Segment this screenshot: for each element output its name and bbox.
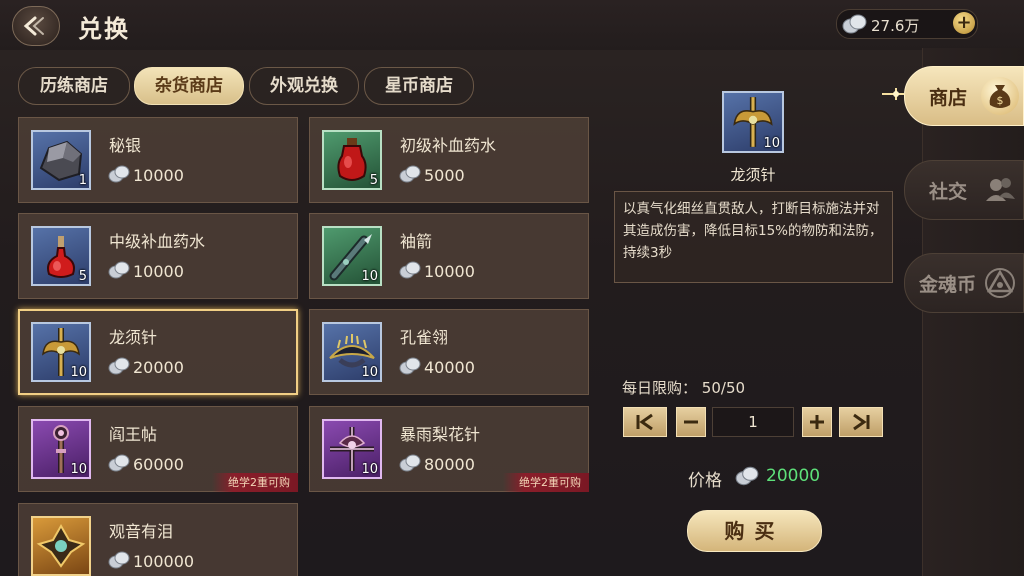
silver-currency-display: 27.6万 + bbox=[836, 9, 978, 39]
tab-general-store[interactable]: 杂货商店 bbox=[134, 67, 244, 105]
minus-icon bbox=[684, 420, 698, 424]
silver-coin-icon bbox=[108, 357, 130, 375]
item-description: 以真气化细丝直贯敌人，打断目标施法并对其造成伤害，降低目标15%的物防和法防，持… bbox=[614, 191, 893, 283]
item-quantity: 5 bbox=[369, 173, 378, 188]
item-quantity: 5 bbox=[78, 269, 87, 284]
max-quantity-button[interactable] bbox=[839, 407, 883, 437]
tab-appearance-exchange[interactable]: 外观兑换 bbox=[249, 67, 359, 105]
side-nav-label: 商店 bbox=[929, 87, 968, 109]
plus-icon bbox=[810, 415, 824, 429]
item-icon-frame: 10 bbox=[322, 226, 382, 286]
item-icon-frame: 1 bbox=[31, 130, 91, 190]
item-price-value: 80000 bbox=[424, 455, 475, 474]
silver-coin-icon bbox=[842, 14, 867, 34]
item-icon-frame bbox=[31, 516, 91, 576]
item-icon-frame: 10 bbox=[31, 419, 91, 479]
total-price: 20000 bbox=[766, 466, 821, 486]
side-nav-label: 金魂币 bbox=[919, 274, 977, 296]
tab-experience-shop[interactable]: 历练商店 bbox=[18, 67, 130, 105]
item-price-value: 20000 bbox=[133, 358, 184, 377]
item-icon-frame: 10 bbox=[322, 419, 382, 479]
item-card[interactable]: 5 中级补血药水 10000 bbox=[18, 213, 298, 299]
detail-item-quantity: 10 bbox=[763, 136, 780, 151]
item-price-value: 10000 bbox=[133, 262, 184, 281]
unlock-requirement-badge: 绝学2重可购 bbox=[503, 473, 589, 492]
people-icon bbox=[981, 171, 1019, 209]
item-name: 阎王帖 bbox=[109, 425, 158, 444]
item-quantity: 10 bbox=[361, 462, 378, 477]
back-arrow-icon bbox=[23, 16, 44, 36]
daily-limit-value: 50/50 bbox=[701, 379, 746, 397]
item-name: 观音有泪 bbox=[109, 522, 174, 541]
item-card[interactable]: 观音有泪 100000 bbox=[18, 503, 298, 576]
side-nav-social[interactable]: 社交 bbox=[904, 160, 1024, 220]
item-quantity: 10 bbox=[70, 365, 87, 380]
silver-coin-icon bbox=[108, 454, 130, 472]
daily-limit-label: 每日限购： bbox=[622, 379, 698, 397]
item-card[interactable]: 5 初级补血药水 5000 bbox=[309, 117, 589, 203]
silver-coin-icon bbox=[399, 261, 421, 279]
silver-coin-icon bbox=[399, 454, 421, 472]
item-card[interactable]: 10 孔雀翎 40000 bbox=[309, 309, 589, 395]
item-card-selected[interactable]: 10 龙须针 20000 bbox=[18, 309, 298, 395]
skip-to-min-icon bbox=[636, 413, 653, 431]
add-currency-button[interactable]: + bbox=[953, 12, 975, 34]
side-nav-label: 社交 bbox=[929, 181, 968, 203]
item-name: 秘银 bbox=[109, 136, 142, 155]
buy-button[interactable]: 购买 bbox=[687, 510, 822, 552]
triangle-emblem-icon bbox=[981, 264, 1019, 302]
item-name: 袖箭 bbox=[400, 232, 433, 251]
item-name: 龙须针 bbox=[109, 328, 158, 347]
item-quantity: 1 bbox=[78, 173, 87, 188]
item-name: 暴雨梨花针 bbox=[400, 425, 481, 444]
money-bag-icon: $ bbox=[981, 77, 1019, 115]
detail-item-name: 龙须针 bbox=[730, 166, 776, 184]
currency-amount: 27.6万 bbox=[871, 17, 920, 35]
item-card[interactable]: 1 秘银 10000 bbox=[18, 117, 298, 203]
item-price-value: 5000 bbox=[424, 166, 465, 185]
item-icon-frame: 10 bbox=[322, 322, 382, 382]
item-quantity: 10 bbox=[361, 365, 378, 380]
item-name: 初级补血药水 bbox=[400, 136, 497, 155]
quantity-input[interactable]: 1 bbox=[712, 407, 794, 437]
page-title: 兑换 bbox=[78, 14, 130, 43]
item-price-value: 40000 bbox=[424, 358, 475, 377]
silver-coin-icon bbox=[735, 466, 759, 486]
price-label: 价格 bbox=[688, 471, 722, 491]
item-icon-frame: 5 bbox=[31, 226, 91, 286]
item-quantity: 10 bbox=[361, 269, 378, 284]
sparkle-icon bbox=[882, 88, 904, 100]
silver-coin-icon bbox=[399, 357, 421, 375]
item-icon-frame: 10 bbox=[31, 322, 91, 382]
skip-to-max-icon bbox=[853, 413, 870, 431]
item-name: 孔雀翎 bbox=[400, 328, 449, 347]
tab-star-coin-shop[interactable]: 星币商店 bbox=[364, 67, 474, 105]
ornament-icon bbox=[36, 523, 86, 568]
unlock-requirement-badge: 绝学2重可购 bbox=[212, 473, 298, 492]
silver-coin-icon bbox=[108, 261, 130, 279]
min-quantity-button[interactable] bbox=[623, 407, 667, 437]
item-icon-frame: 5 bbox=[322, 130, 382, 190]
back-button[interactable] bbox=[12, 6, 60, 46]
daily-purchase-limit: 每日限购： 50/50 bbox=[622, 377, 745, 398]
side-nav-gold-soul-coin[interactable]: 金魂币 bbox=[904, 253, 1024, 313]
item-card[interactable]: 10 袖箭 10000 bbox=[309, 213, 589, 299]
silver-coin-icon bbox=[399, 165, 421, 183]
item-name: 中级补血药水 bbox=[109, 232, 206, 251]
item-price-value: 10000 bbox=[133, 166, 184, 185]
silver-coin-icon bbox=[108, 551, 130, 569]
increase-quantity-button[interactable] bbox=[802, 407, 832, 437]
item-card[interactable]: 10 阎王帖 60000 绝学2重可购 bbox=[18, 406, 298, 492]
item-price-value: 10000 bbox=[424, 262, 475, 281]
item-card[interactable]: 10 暴雨梨花针 80000 绝学2重可购 bbox=[309, 406, 589, 492]
detail-item-icon: 10 bbox=[722, 91, 784, 153]
item-quantity: 10 bbox=[70, 462, 87, 477]
side-nav-shop[interactable]: 商店 $ bbox=[904, 66, 1024, 126]
item-price-value: 60000 bbox=[133, 455, 184, 474]
silver-coin-icon bbox=[108, 165, 130, 183]
svg-text:$: $ bbox=[997, 94, 1004, 107]
decrease-quantity-button[interactable] bbox=[676, 407, 706, 437]
item-price-value: 100000 bbox=[133, 552, 195, 571]
